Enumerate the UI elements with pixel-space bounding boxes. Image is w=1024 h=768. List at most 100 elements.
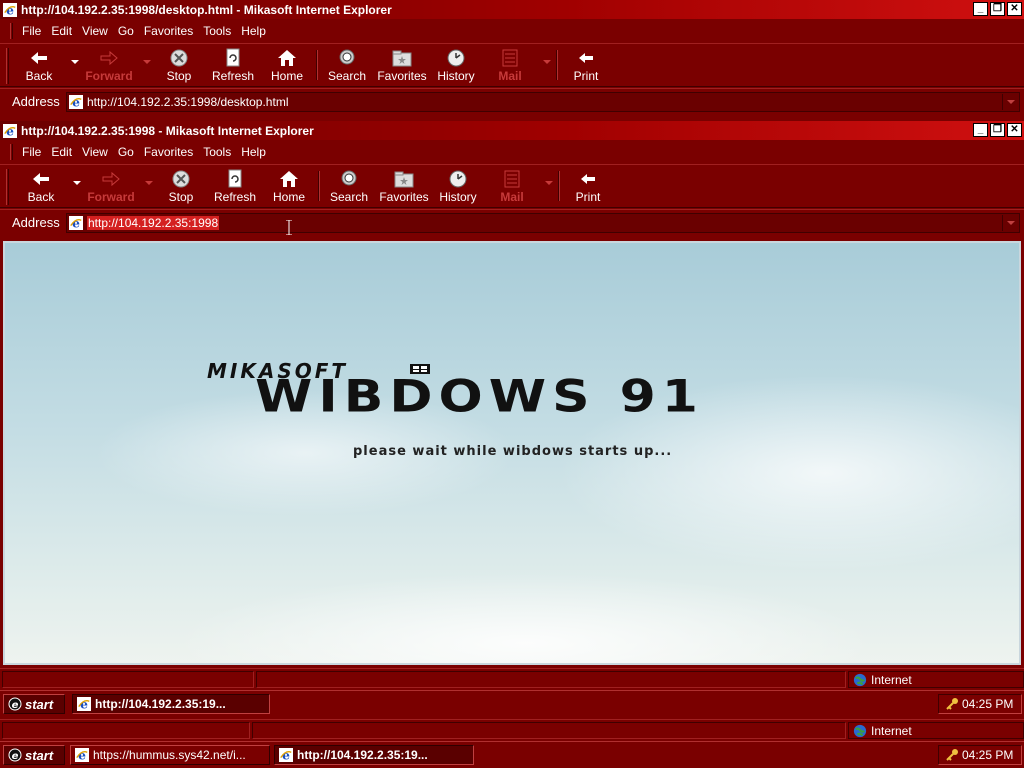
toolbar-separator	[558, 171, 560, 201]
address-dropdown-button[interactable]	[1002, 94, 1018, 110]
outer-menu-bar: File Edit View Go Favorites Tools Help	[0, 20, 1024, 42]
search-label: Search	[329, 190, 369, 204]
brand-title: WIBDOWS 91	[255, 371, 704, 423]
taskbar-item-label: http://104.192.2.35:19...	[95, 697, 226, 711]
inner-window-title: http://104.192.2.35:1998 - Mikasoft Inte…	[21, 123, 314, 138]
stop-icon	[172, 170, 190, 188]
forward-button[interactable]: Forward	[86, 167, 136, 207]
mail-button[interactable]: Mail	[494, 46, 526, 86]
back-button[interactable]: Back	[20, 167, 62, 207]
favorites-button[interactable]: Favorites	[376, 167, 432, 207]
taskbar-item-label: https://hummus.sys42.net/i...	[93, 748, 246, 762]
minimize-button[interactable]: _	[973, 2, 988, 16]
menu-file[interactable]: File	[17, 24, 46, 38]
refresh-label: Refresh	[213, 190, 257, 204]
favorites-button[interactable]: Favorites	[374, 46, 430, 86]
back-dropdown[interactable]	[73, 181, 81, 185]
start-button[interactable]: e start	[3, 745, 65, 765]
inner-menu-bar: File Edit View Go Favorites Tools Help	[0, 141, 1024, 163]
history-icon	[449, 170, 467, 188]
print-button[interactable]: Print	[568, 46, 604, 86]
forward-button[interactable]: Forward	[84, 46, 134, 86]
print-label: Print	[573, 69, 599, 83]
minimize-button[interactable]: _	[973, 123, 988, 137]
start-label: start	[25, 747, 54, 763]
close-button[interactable]: ✕	[1007, 123, 1022, 137]
menu-file[interactable]: File	[17, 145, 46, 159]
menu-help[interactable]: Help	[236, 145, 271, 159]
stop-button[interactable]: Stop	[160, 167, 202, 207]
status-pane-progress	[256, 671, 846, 688]
maximize-button[interactable]: ❐	[990, 123, 1005, 137]
back-icon	[33, 173, 49, 185]
ie-icon	[69, 95, 83, 109]
maximize-button[interactable]: ❐	[990, 2, 1005, 16]
toolbar-separator	[318, 171, 320, 201]
menu-help[interactable]: Help	[236, 24, 271, 38]
outer-title-bar[interactable]: http://104.192.2.35:1998/desktop.html - …	[0, 0, 1024, 19]
inner-status-bar: Internet	[0, 668, 1024, 689]
forward-label: Forward	[85, 69, 133, 83]
inner-title-bar[interactable]: http://104.192.2.35:1998 - Mikasoft Inte…	[0, 121, 1024, 140]
taskbar-item[interactable]: http://104.192.2.35:19...	[72, 694, 270, 714]
search-button[interactable]: Search	[326, 167, 372, 207]
back-icon	[31, 52, 47, 64]
address-value-selected[interactable]: http://104.192.2.35:1998	[87, 216, 220, 230]
menu-edit[interactable]: Edit	[46, 145, 77, 159]
menu-tools[interactable]: Tools	[198, 24, 236, 38]
print-button[interactable]: Print	[570, 167, 606, 207]
mail-button[interactable]: Mail	[496, 167, 528, 207]
forward-dropdown[interactable]	[145, 181, 153, 185]
back-dropdown[interactable]	[71, 60, 79, 64]
ie-icon	[77, 697, 91, 711]
outer-address-bar: Address http://104.192.2.35:1998/desktop…	[0, 88, 1024, 114]
mail-icon	[504, 170, 520, 188]
home-button[interactable]: Home	[268, 167, 310, 207]
menu-edit[interactable]: Edit	[46, 24, 77, 38]
menu-view[interactable]: View	[77, 24, 113, 38]
outer-status-bar: Internet	[0, 719, 1024, 740]
address-value[interactable]: http://104.192.2.35:1998/desktop.html	[87, 95, 288, 109]
toolbar-separator	[556, 50, 558, 80]
windows-logo-icon: e	[8, 748, 22, 762]
address-input[interactable]: http://104.192.2.35:1998	[66, 213, 1020, 233]
taskbar-item[interactable]: https://hummus.sys42.net/i...	[70, 745, 270, 765]
address-input[interactable]: http://104.192.2.35:1998/desktop.html	[66, 92, 1020, 112]
address-label: Address	[12, 94, 60, 109]
stop-button[interactable]: Stop	[158, 46, 200, 86]
menu-favorites[interactable]: Favorites	[139, 145, 198, 159]
menu-go[interactable]: Go	[113, 145, 139, 159]
menu-grip	[10, 144, 13, 160]
svg-text:e: e	[12, 700, 19, 711]
menu-grip	[10, 23, 13, 39]
history-button[interactable]: History	[434, 46, 478, 86]
home-label: Home	[270, 69, 303, 83]
globe-icon	[853, 673, 867, 687]
home-button[interactable]: Home	[266, 46, 308, 86]
mail-dropdown[interactable]	[545, 181, 553, 185]
zone-label: Internet	[871, 672, 912, 687]
address-label: Address	[12, 215, 60, 230]
ie-icon	[69, 216, 83, 230]
taskbar-item[interactable]: http://104.192.2.35:19...	[274, 745, 474, 765]
menu-tools[interactable]: Tools	[198, 145, 236, 159]
forward-dropdown[interactable]	[143, 60, 151, 64]
menu-view[interactable]: View	[77, 145, 113, 159]
start-button[interactable]: e start	[3, 694, 65, 714]
inner-taskbar: e start http://104.192.2.35:19... 04:25 …	[0, 690, 1024, 716]
globe-icon	[853, 724, 867, 738]
svg-text:e: e	[12, 751, 19, 762]
clock: 04:25 PM	[962, 748, 1014, 762]
page-viewport[interactable]: MIKASOFT WIBDOWS 91 please wait while wi…	[3, 241, 1021, 665]
history-button[interactable]: History	[436, 167, 480, 207]
menu-go[interactable]: Go	[113, 24, 139, 38]
refresh-button[interactable]: Refresh	[208, 46, 258, 86]
refresh-button[interactable]: Refresh	[210, 167, 260, 207]
search-button[interactable]: Search	[324, 46, 370, 86]
back-button[interactable]: Back	[18, 46, 60, 86]
menu-favorites[interactable]: Favorites	[139, 24, 198, 38]
toolbar-grip	[6, 48, 9, 84]
close-button[interactable]: ✕	[1007, 2, 1022, 16]
mail-dropdown[interactable]	[543, 60, 551, 64]
address-dropdown-button[interactable]	[1002, 215, 1018, 231]
